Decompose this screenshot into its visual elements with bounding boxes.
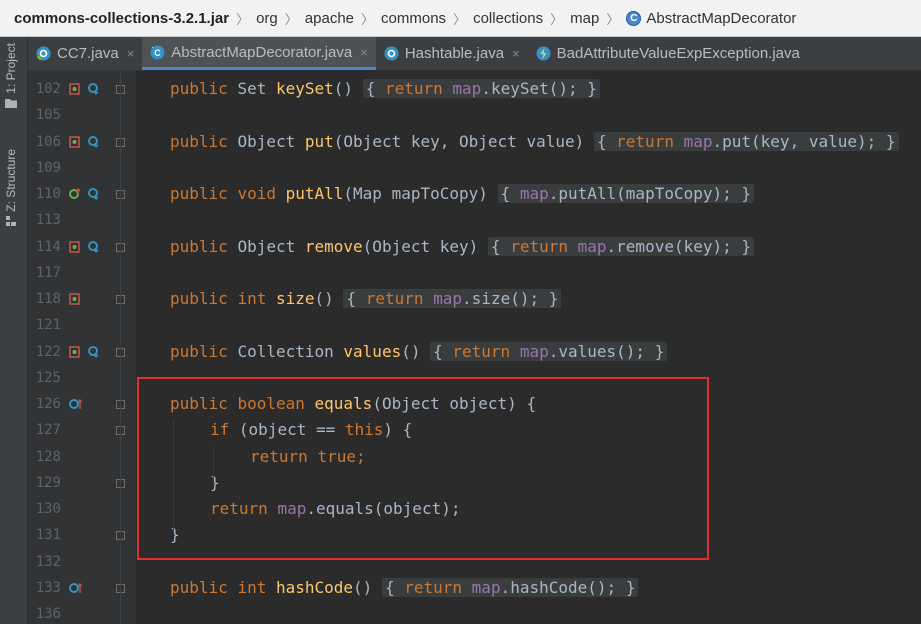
structure-tool-tab[interactable]: Z: Structure <box>4 149 18 226</box>
close-icon[interactable]: × <box>512 46 520 61</box>
abstract-class-icon: C <box>150 44 165 59</box>
line-number: 110 <box>35 186 61 202</box>
line-number: 127 <box>35 422 61 438</box>
folded-region[interactable]: { map.putAll(mapToCopy); } <box>497 184 755 203</box>
line-number: 130 <box>35 501 61 517</box>
line-number: 133 <box>35 580 61 596</box>
highlight-annotation-box <box>137 377 709 560</box>
code-line-118: public int size() { return map.size(); } <box>170 286 562 312</box>
line-number: 136 <box>35 606 61 622</box>
class-icon: C <box>626 10 642 26</box>
chevron-right-icon: 〉 <box>284 11 298 27</box>
tab-hashtable[interactable]: Hashtable.java × <box>376 37 528 70</box>
line-number: 121 <box>35 317 61 333</box>
folded-region[interactable]: { return map.put(key, value); } <box>593 132 899 151</box>
line-number: 126 <box>35 396 61 412</box>
code-line-114: public Object remove(Object key) { retur… <box>170 234 755 260</box>
line-number: 132 <box>35 554 61 570</box>
folded-region[interactable]: { return map.values(); } <box>430 342 668 361</box>
editor-tab-bar: CC7.java × C AbstractMapDecorator.java ×… <box>28 37 921 71</box>
tab-label: Hashtable.java <box>404 45 505 62</box>
breadcrumb-org[interactable]: org <box>256 10 278 27</box>
line-number: 102 <box>35 81 61 97</box>
code-line-102: public Set keySet() { return map.keySet(… <box>170 76 600 102</box>
implements-override-icon[interactable] <box>69 136 99 148</box>
line-number: 117 <box>35 265 61 281</box>
exception-class-icon <box>536 46 551 61</box>
line-number: 106 <box>35 134 61 150</box>
chevron-right-icon: 〉 <box>550 11 564 27</box>
close-icon[interactable]: × <box>127 46 135 61</box>
line-number: 125 <box>35 370 61 386</box>
line-number: 109 <box>35 160 61 176</box>
code-line-122: public Collection values() { return map.… <box>170 339 668 365</box>
implements-icon[interactable] <box>69 293 83 305</box>
project-tool-tab[interactable]: 1: Project <box>4 43 18 108</box>
folded-region[interactable]: { return map.size(); } <box>343 289 562 308</box>
line-number: 128 <box>35 449 61 465</box>
line-number: 131 <box>35 527 61 543</box>
tab-bad-attribute-value-exp-exception[interactable]: BadAttributeValueExpException.java <box>528 37 808 70</box>
implements-override-icon[interactable] <box>69 346 99 358</box>
breadcrumb-jar[interactable]: commons-collections-3.2.1.jar <box>14 10 229 27</box>
code-line-133: public int hashCode() { return map.hashC… <box>170 575 639 601</box>
line-number: 118 <box>35 291 61 307</box>
tab-abstract-map-decorator[interactable]: C AbstractMapDecorator.java × <box>142 37 376 70</box>
breadcrumb: commons-collections-3.2.1.jar 〉 org 〉 ap… <box>0 0 921 37</box>
breadcrumb-class[interactable]: AbstractMapDecorator <box>646 10 796 27</box>
chevron-right-icon: 〉 <box>453 11 467 27</box>
line-number: 105 <box>35 107 61 123</box>
project-tab-label: 1: Project <box>4 43 18 94</box>
tab-label: BadAttributeValueExpException.java <box>556 45 800 62</box>
folder-icon <box>5 98 17 108</box>
svg-text:C: C <box>155 48 162 58</box>
line-number: 122 <box>35 344 61 360</box>
structure-icon <box>6 215 16 226</box>
tool-window-strip: 1: Project Z: Structure <box>0 37 28 624</box>
chevron-right-icon: 〉 <box>606 11 620 27</box>
folded-region[interactable]: { return map.hashCode(); } <box>381 578 639 597</box>
fold-guide-line <box>120 71 121 624</box>
tab-cc7[interactable]: CC7.java × <box>28 37 142 70</box>
line-number: 114 <box>35 239 61 255</box>
tab-label: CC7.java <box>57 45 119 62</box>
close-icon[interactable]: × <box>360 45 368 60</box>
chevron-right-icon: 〉 <box>236 11 250 27</box>
code-line-110: public void putAll(Map mapToCopy) { map.… <box>170 181 755 207</box>
code-line-106: public Object put(Object key, Object val… <box>170 129 899 155</box>
implements-override-icon[interactable] <box>69 188 99 200</box>
chevron-right-icon: 〉 <box>361 11 375 27</box>
tab-label: AbstractMapDecorator.java <box>171 43 353 61</box>
breadcrumb-commons[interactable]: commons <box>381 10 446 27</box>
overrides-icon[interactable] <box>69 398 85 410</box>
java-class-icon <box>36 46 51 61</box>
overrides-icon[interactable] <box>69 582 85 594</box>
implements-override-icon[interactable] <box>69 83 99 95</box>
structure-tab-label: Z: Structure <box>4 149 18 212</box>
breadcrumb-collections[interactable]: collections <box>473 10 543 27</box>
line-number: 129 <box>35 475 61 491</box>
breadcrumb-apache[interactable]: apache <box>305 10 354 27</box>
breadcrumb-map[interactable]: map <box>570 10 599 27</box>
java-class-icon <box>384 46 399 61</box>
implements-override-icon[interactable] <box>69 241 99 253</box>
folded-region[interactable]: { return map.remove(key); } <box>487 237 755 256</box>
line-number: 113 <box>35 212 61 228</box>
folded-region[interactable]: { return map.keySet(); } <box>362 79 600 98</box>
